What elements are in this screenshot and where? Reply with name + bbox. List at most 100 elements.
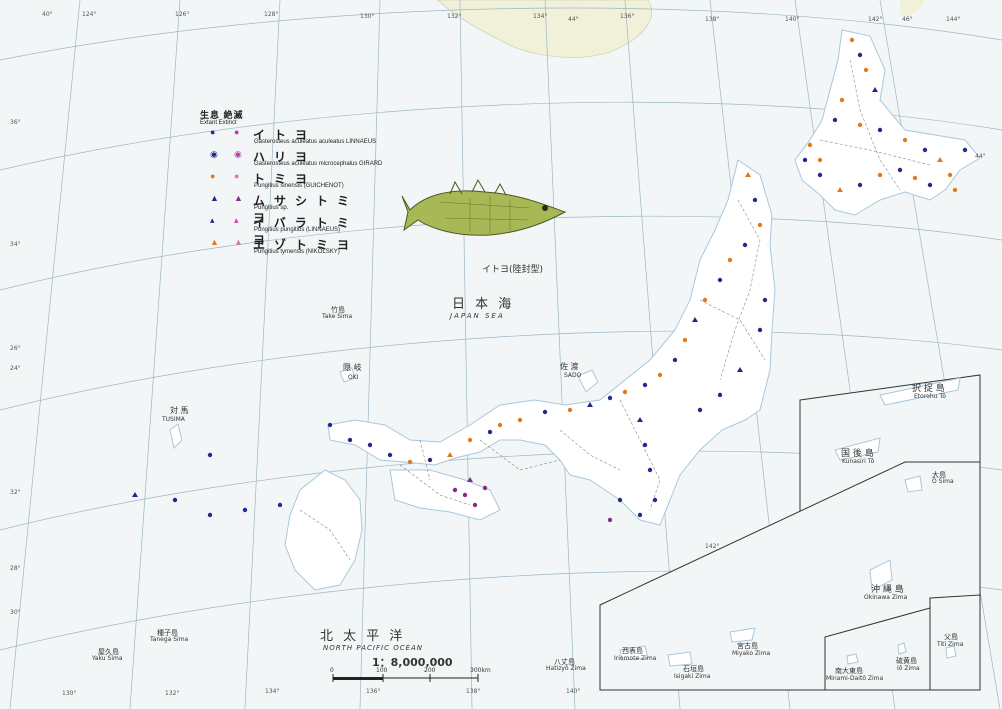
site-circle-marker bbox=[617, 497, 623, 503]
site-circle-marker bbox=[877, 172, 883, 178]
extinct-marker-icon: ● bbox=[234, 171, 240, 181]
site-circle-marker bbox=[607, 517, 613, 523]
site-circle-marker bbox=[757, 222, 763, 228]
lon-label: 132° bbox=[165, 690, 179, 697]
site-circle-marker bbox=[517, 417, 523, 423]
site-circle-marker bbox=[857, 52, 863, 58]
species-name-latin: Gasterosteus aculeatus aculeatus LINNAEU… bbox=[254, 139, 377, 145]
inset-label-en: Kunasiri Tô bbox=[842, 458, 875, 465]
site-circle-marker bbox=[207, 512, 213, 518]
site-circle-marker bbox=[807, 142, 813, 148]
extinct-marker-icon: ▲ bbox=[234, 237, 243, 247]
site-circle-marker bbox=[277, 502, 283, 508]
site-circle-marker bbox=[802, 157, 808, 163]
site-circle-marker bbox=[832, 117, 838, 123]
site-circle-marker bbox=[817, 172, 823, 178]
lat-label: 36° bbox=[10, 119, 21, 126]
site-circle-marker bbox=[462, 492, 468, 498]
site-circle-marker bbox=[912, 175, 918, 181]
lon-label: 124° bbox=[82, 11, 96, 18]
site-circle-marker bbox=[947, 172, 953, 178]
site-circle-marker bbox=[367, 442, 373, 448]
lat-label: 32° bbox=[10, 489, 21, 496]
place-en: TUSIMA bbox=[162, 416, 185, 423]
lat-label: 44° bbox=[568, 16, 579, 23]
site-circle-marker bbox=[482, 485, 488, 491]
legend-row: ● ● トミヨ Pungitius sinensis (GUICHENOT) bbox=[200, 170, 375, 192]
lon-label: 130° bbox=[360, 13, 374, 20]
extant-marker-icon: ▴ bbox=[210, 215, 215, 225]
extant-marker-icon: ◉ bbox=[210, 149, 218, 159]
lat-label: 44° bbox=[975, 153, 986, 160]
extant-marker-icon: ▲ bbox=[210, 193, 219, 203]
legend-row: ◉ ◉ ハリヨ Gasterosteus aculeatus microcephalu… bbox=[200, 148, 382, 170]
lon-label: 134° bbox=[533, 13, 547, 20]
lon-label: 132° bbox=[447, 13, 461, 20]
pacific-label-jp: 北 太 平 洋 bbox=[320, 629, 406, 644]
legend: 生息 絶滅 Extant Extinct ● ● イトヨ Gasterosteus a… bbox=[200, 108, 382, 258]
site-circle-marker bbox=[682, 337, 688, 343]
site-circle-marker bbox=[962, 147, 968, 153]
site-circle-marker bbox=[922, 147, 928, 153]
site-circle-marker bbox=[742, 242, 748, 248]
scale-ratio: 1：8,000,000 bbox=[372, 656, 453, 669]
place-jp: 佐 渡 bbox=[560, 362, 579, 371]
site-circle-marker bbox=[427, 457, 433, 463]
site-circle-marker bbox=[702, 297, 708, 303]
site-circle-marker bbox=[607, 395, 613, 401]
legend-row: ▴ ▴ イバラトミヨ Pungitius pungitius (LINNAEUS) bbox=[200, 214, 375, 248]
site-circle-marker bbox=[927, 182, 933, 188]
lon-label: 128° bbox=[264, 11, 278, 18]
inset-label-en: Titi Zima bbox=[937, 641, 964, 648]
inset-label-en: Okinawa Zima bbox=[864, 594, 908, 601]
site-circle-marker bbox=[717, 392, 723, 398]
site-circle-marker bbox=[877, 127, 883, 133]
site-circle-marker bbox=[672, 357, 678, 363]
site-circle-marker bbox=[857, 182, 863, 188]
site-circle-marker bbox=[172, 497, 178, 503]
site-circle-marker bbox=[387, 452, 393, 458]
lon-label: 142° bbox=[868, 16, 882, 23]
site-circle-marker bbox=[857, 122, 863, 128]
site-circle-marker bbox=[657, 372, 663, 378]
lat-label: 26° bbox=[10, 345, 21, 352]
lon-label: 144° bbox=[946, 16, 960, 23]
legend-row: ▲ ▲ ムサシトミヨ Pungitius sp. bbox=[200, 192, 375, 226]
japan-sea-label-jp: 日 本 海 bbox=[452, 297, 515, 312]
inset-label-en: Ô Sima bbox=[932, 478, 954, 485]
scale-tick-300: 300km bbox=[470, 667, 491, 674]
inset-label-en: Minami-Daitô Zima bbox=[826, 675, 884, 682]
extinct-marker-icon: ◉ bbox=[234, 149, 242, 159]
lat-label: 34° bbox=[10, 241, 21, 248]
site-circle-marker bbox=[637, 512, 643, 518]
site-circle-marker bbox=[207, 452, 213, 458]
pacific-label-en: NORTH PACIFIC OCEAN bbox=[323, 644, 424, 652]
site-circle-marker bbox=[839, 97, 845, 103]
lon-label: 130° bbox=[62, 690, 76, 697]
lon-label: 140° bbox=[785, 16, 799, 23]
site-circle-marker bbox=[757, 327, 763, 333]
site-circle-marker bbox=[652, 497, 658, 503]
site-circle-marker bbox=[727, 257, 733, 263]
lon-label: 136° bbox=[366, 688, 380, 695]
lon-label: 142° bbox=[705, 543, 719, 550]
site-circle-marker bbox=[347, 437, 353, 443]
lat-label: 40° bbox=[42, 11, 53, 18]
extant-marker-icon: ● bbox=[210, 171, 216, 181]
site-circle-marker bbox=[642, 382, 648, 388]
legend-rows: ● ● イトヨ Gasterosteus aculeatus aculeatus LI… bbox=[200, 126, 382, 258]
place-en: SADO bbox=[564, 372, 582, 379]
lon-label: 138° bbox=[466, 688, 480, 695]
site-circle-marker bbox=[242, 507, 248, 513]
lat-label: 28° bbox=[10, 565, 21, 572]
site-circle-marker bbox=[952, 187, 958, 193]
japan-sea-label-en: JAPAN SEA bbox=[450, 312, 505, 320]
lon-label: 138° bbox=[705, 16, 719, 23]
site-circle-marker bbox=[497, 422, 503, 428]
inset-label-en: Miyako Zima bbox=[732, 650, 771, 657]
lat-label: 46° bbox=[902, 16, 913, 23]
site-circle-marker bbox=[622, 389, 628, 395]
site-circle-marker bbox=[849, 37, 855, 43]
site-circle-marker bbox=[327, 422, 333, 428]
site-circle-marker bbox=[487, 429, 493, 435]
